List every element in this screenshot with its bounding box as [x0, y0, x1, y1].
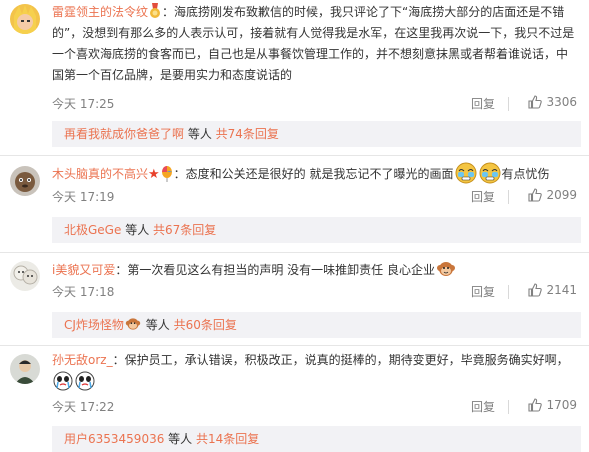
avatar[interactable] — [10, 261, 40, 291]
like-button[interactable]: 3306 — [528, 95, 577, 112]
sub-reply-mid: 等人 — [141, 318, 174, 332]
monkey-face-icon — [125, 315, 141, 331]
sub-reply-bar[interactable]: CJ炸场怪物 等人 共60条回复 — [52, 312, 581, 338]
like-button[interactable]: 2141 — [528, 283, 577, 300]
avatar[interactable] — [10, 4, 40, 34]
comment-meta: 今天 17:22 回复 1709 — [52, 398, 577, 416]
sub-reply-count[interactable]: 共74条回复 — [216, 127, 279, 141]
weeping-face-icon — [53, 371, 73, 391]
comment-body: 木头脑真的不高兴★ ：态度和公关还是很好的 就是我忘记不了曝光的画面 有点忧伤 — [52, 162, 577, 185]
sub-reply-bar[interactable]: 北极GeGe 等人 共67条回复 — [52, 217, 581, 243]
reply-button[interactable]: 回复 — [471, 188, 495, 205]
crying-face-icon — [479, 162, 501, 184]
sub-reply-user[interactable]: 北极GeGe — [64, 223, 121, 237]
timestamp: 今天 17:19 — [52, 190, 115, 204]
comment-text: ：第一次看见这么有担当的声明 没有一味推卸责任 良心企业 — [115, 263, 435, 277]
crying-face-icon — [455, 162, 477, 184]
like-count: 1709 — [546, 398, 577, 412]
like-button[interactable]: 2099 — [528, 188, 577, 205]
comment-text: ：保护员工，承认错误，积极改正，说真的挺棒的，期待变更好，毕竟服务确实好啊， — [112, 353, 569, 367]
reply-button[interactable]: 回复 — [471, 398, 495, 415]
avatar[interactable] — [10, 354, 40, 384]
reply-button[interactable]: 回复 — [471, 95, 495, 112]
timestamp: 今天 17:18 — [52, 285, 115, 299]
like-count: 2141 — [546, 283, 577, 297]
username-link[interactable]: i美貌又可爱 — [52, 263, 115, 277]
sub-reply-count[interactable]: 共60条回复 — [174, 318, 237, 332]
balloon-icon — [161, 166, 173, 182]
thumbs-up-icon — [528, 95, 543, 112]
sub-reply-bar[interactable]: 用户6353459036 等人 共14条回复 — [52, 426, 581, 452]
comment-meta: 今天 17:25 回复 3306 — [52, 95, 577, 113]
thumbs-up-icon — [528, 283, 543, 300]
avatar[interactable] — [10, 166, 40, 196]
action-divider — [508, 285, 509, 299]
sub-reply-count[interactable]: 共14条回复 — [196, 432, 259, 446]
sub-reply-user[interactable]: CJ炸场怪物 — [64, 318, 124, 332]
sub-reply-user[interactable]: 用户6353459036 — [64, 432, 164, 446]
like-count: 2099 — [546, 188, 577, 202]
weeping-face-icon — [75, 371, 95, 391]
action-divider — [508, 400, 509, 414]
sub-reply-mid: 等人 — [184, 127, 216, 141]
username-link[interactable]: 孙无敌orz_ — [52, 353, 113, 367]
comment-body: 孙无敌orz_：保护员工，承认错误，积极改正，说真的挺棒的，期待变更好，毕竟服务… — [52, 350, 577, 393]
comment-body: 雷霆领主的法令纹 ：海底捞刚发布致歉信的时候，我只评论了下“海底捞大部分的店面还… — [52, 2, 577, 86]
username-link[interactable]: 雷霆领主的法令纹 — [52, 5, 148, 19]
like-count: 3306 — [546, 95, 577, 109]
comment-text-tail: 有点忧伤 — [501, 167, 550, 181]
timestamp: 今天 17:22 — [52, 400, 115, 414]
comment-text: ：态度和公关还是很好的 就是我忘记不了曝光的画面 — [173, 167, 454, 181]
sub-reply-user[interactable]: 再看我就成你爸爸了啊 — [64, 127, 184, 141]
star-icon: ★ — [148, 167, 160, 182]
comment-body: i美貌又可爱：第一次看见这么有担当的声明 没有一味推卸责任 良心企业 — [52, 259, 577, 281]
sub-reply-mid: 等人 — [164, 432, 196, 446]
reply-button[interactable]: 回复 — [471, 283, 495, 300]
action-divider — [508, 97, 509, 111]
monkey-face-icon — [436, 259, 456, 279]
sub-reply-mid: 等人 — [121, 223, 154, 237]
timestamp: 今天 17:25 — [52, 97, 115, 111]
sub-reply-bar[interactable]: 再看我就成你爸爸了啊 等人 共74条回复 — [52, 121, 581, 147]
medal-icon — [149, 3, 161, 19]
like-button[interactable]: 1709 — [528, 398, 577, 415]
action-divider — [508, 190, 509, 204]
divider — [0, 155, 589, 156]
divider — [0, 252, 589, 253]
sub-reply-count[interactable]: 共67条回复 — [153, 223, 216, 237]
comment-meta: 今天 17:18 回复 2141 — [52, 283, 577, 301]
divider — [0, 345, 589, 346]
thumbs-up-icon — [528, 188, 543, 205]
username-link[interactable]: 木头脑真的不高兴 — [52, 167, 148, 181]
comment-meta: 今天 17:19 回复 2099 — [52, 188, 577, 206]
thumbs-up-icon — [528, 398, 543, 415]
